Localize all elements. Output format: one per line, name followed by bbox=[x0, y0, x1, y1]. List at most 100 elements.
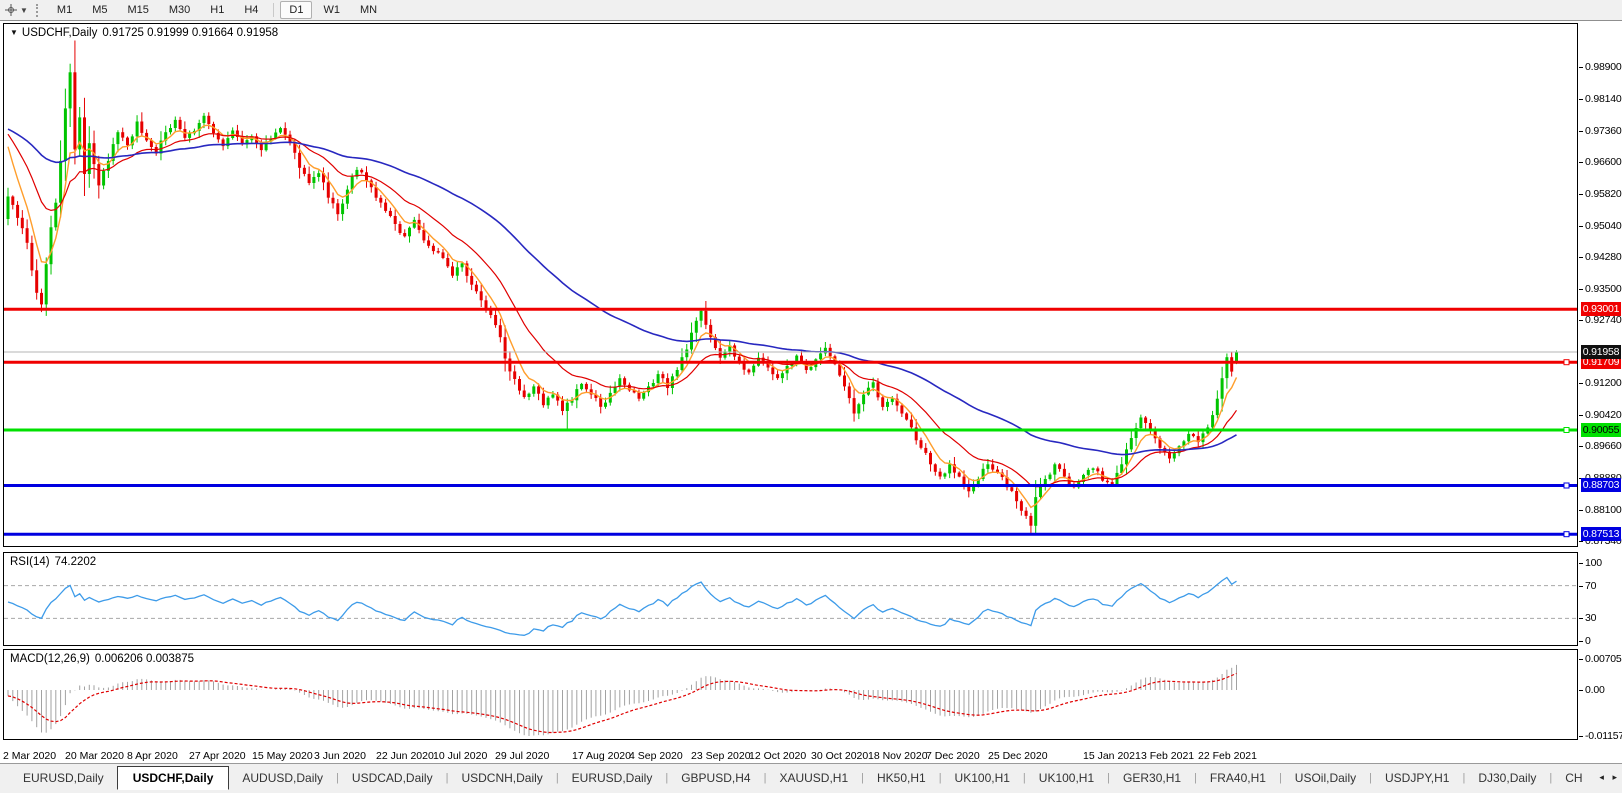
axis-tick-mark bbox=[1579, 67, 1583, 68]
date-tick-8-Apr-2020: 8 Apr 2020 bbox=[127, 750, 178, 762]
toolbar-grip-handle[interactable] bbox=[36, 4, 40, 17]
line-handle-0.90055[interactable] bbox=[1564, 428, 1569, 433]
chart-tabs: EURUSD,DailyUSDCHF,DailyAUDUSD,Daily|USD… bbox=[10, 766, 1582, 790]
date-tick-3-Jun-2020: 3 Jun 2020 bbox=[314, 750, 366, 762]
chart-tab-DJ30Daily[interactable]: DJ30,Daily bbox=[1465, 767, 1549, 789]
chart-tab-CHINA300H1[interactable]: CHINA300,H1 bbox=[1552, 767, 1582, 789]
line-handle-0.88703[interactable] bbox=[1564, 483, 1569, 488]
rsi-chart[interactable] bbox=[4, 553, 1577, 645]
candlestick-chart-area[interactable] bbox=[4, 24, 1577, 546]
price-badge-0.88703: 0.88703 bbox=[1581, 478, 1621, 492]
line-handle-0.91709[interactable] bbox=[1564, 360, 1569, 365]
axis-tick-mark bbox=[1579, 383, 1583, 384]
chart-tab-USDCHFDaily[interactable]: USDCHF,Daily bbox=[117, 766, 230, 790]
chart-ohlc-values: 0.91725 0.91999 0.91664 0.91958 bbox=[102, 27, 278, 39]
chart-tab-FRA40H1[interactable]: FRA40,H1 bbox=[1197, 767, 1279, 789]
timeframe-button-M30[interactable]: M30 bbox=[160, 1, 199, 19]
macd-values: 0.006206 0.003875 bbox=[95, 653, 194, 665]
line-handle-0.87513[interactable] bbox=[1564, 532, 1569, 537]
price-badge-0.90055: 0.90055 bbox=[1581, 423, 1621, 437]
rsi-chart-area[interactable] bbox=[4, 553, 1577, 645]
axis-tick-mark bbox=[1579, 289, 1583, 290]
tab-scroll-right-button[interactable]: ▸ bbox=[1612, 772, 1617, 782]
price-tick-0.88100: 0.88100 bbox=[1585, 504, 1622, 516]
macd-tick-max: 0.007053 bbox=[1585, 653, 1622, 665]
chart-tab-AUDUSDDaily[interactable]: AUDUSD,Daily bbox=[229, 767, 336, 789]
current-price-badge: 0.91958 bbox=[1581, 345, 1621, 359]
macd-histogram bbox=[8, 665, 1237, 736]
date-tick-23-Sep-2020: 23 Sep 2020 bbox=[691, 750, 751, 762]
macd-label: MACD(12,26,9) bbox=[10, 653, 90, 665]
candlestick-chart[interactable] bbox=[4, 24, 1577, 546]
price-tick-0.95820: 0.95820 bbox=[1585, 188, 1622, 200]
price-tick-0.96600: 0.96600 bbox=[1585, 156, 1622, 168]
macd-indicator-pane[interactable]: MACD(12,26,9) 0.006206 0.003875 bbox=[3, 649, 1578, 740]
chart-tab-USDCADDaily[interactable]: USDCAD,Daily bbox=[339, 767, 446, 789]
chart-tab-USDJPYH1[interactable]: USDJPY,H1 bbox=[1372, 767, 1462, 789]
price-tick-0.90420: 0.90420 bbox=[1585, 409, 1622, 421]
chart-tab-UK100H1[interactable]: UK100,H1 bbox=[942, 767, 1023, 789]
macd-chart[interactable] bbox=[4, 650, 1577, 739]
date-tick-27-Apr-2020: 27 Apr 2020 bbox=[189, 750, 246, 762]
date-tick-18-Nov-2020: 18 Nov 2020 bbox=[868, 750, 928, 762]
axis-tick-mark bbox=[1579, 320, 1583, 321]
price-tick-0.98140: 0.98140 bbox=[1585, 93, 1622, 105]
timeframe-button-M15[interactable]: M15 bbox=[118, 1, 157, 19]
rsi-indicator-pane[interactable]: RSI(14) 74.2202 bbox=[3, 552, 1578, 646]
rsi-tick-100: 100 bbox=[1585, 557, 1602, 569]
tab-scroll-left-button[interactable]: ◂ bbox=[1599, 772, 1604, 782]
chart-tab-HK50H1[interactable]: HK50,H1 bbox=[864, 767, 939, 789]
date-tick-30-Oct-2020: 30 Oct 2020 bbox=[811, 750, 868, 762]
collapse-arrow-icon[interactable]: ▼ bbox=[10, 28, 18, 37]
axis-tick-mark bbox=[1579, 690, 1583, 691]
chevron-down-icon[interactable]: ▼ bbox=[20, 6, 28, 15]
timeframe-button-M5[interactable]: M5 bbox=[83, 1, 116, 19]
crosshair-icon bbox=[4, 3, 18, 17]
chart-tab-UK100H1[interactable]: UK100,H1 bbox=[1026, 767, 1107, 789]
macd-chart-area[interactable] bbox=[4, 650, 1577, 739]
date-tick-10-Jul-2020: 10 Jul 2020 bbox=[433, 750, 487, 762]
timeframe-button-M1[interactable]: M1 bbox=[48, 1, 81, 19]
macd-tick-zero: 0.00 bbox=[1585, 684, 1605, 696]
price-tick-0.93500: 0.93500 bbox=[1585, 283, 1622, 295]
date-tick-29-Jul-2020: 29 Jul 2020 bbox=[495, 750, 549, 762]
chart-tab-XAUUSDH1[interactable]: XAUUSD,H1 bbox=[766, 767, 861, 789]
timeframe-button-W1[interactable]: W1 bbox=[314, 1, 349, 19]
timeframe-button-MN[interactable]: MN bbox=[351, 1, 386, 19]
timeframe-toolbar: M1M5M15M30H1H4 D1W1MN bbox=[47, 1, 387, 19]
axis-tick-mark bbox=[1579, 257, 1583, 258]
date-tick-15-Jan-2021: 15 Jan 2021 bbox=[1083, 750, 1141, 762]
axis-tick-mark bbox=[1579, 226, 1583, 227]
axis-tick-mark bbox=[1579, 415, 1583, 416]
axis-tick-mark bbox=[1579, 586, 1583, 587]
axis-tick-mark bbox=[1579, 194, 1583, 195]
chart-tab-USDCNHDaily[interactable]: USDCNH,Daily bbox=[448, 767, 555, 789]
price-tick-0.97360: 0.97360 bbox=[1585, 125, 1622, 137]
crosshair-tool-button[interactable]: ▼ bbox=[0, 0, 31, 20]
axis-tick-mark bbox=[1579, 618, 1583, 619]
timeframe-button-H1[interactable]: H1 bbox=[201, 1, 233, 19]
timeframe-button-D1[interactable]: D1 bbox=[280, 1, 312, 19]
tab-scroll-arrows: ◂ ▸ bbox=[1593, 772, 1617, 783]
timeframe-button-H4[interactable]: H4 bbox=[235, 1, 267, 19]
axis-tick-mark bbox=[1579, 131, 1583, 132]
date-tick-25-Dec-2020: 25 Dec 2020 bbox=[988, 750, 1048, 762]
date-tick-22-Jun-2020: 22 Jun 2020 bbox=[376, 750, 434, 762]
rsi-value: 74.2202 bbox=[55, 556, 97, 568]
date-tick-2-Mar-2020: 2 Mar 2020 bbox=[3, 750, 56, 762]
macd-tick-min: -0.011573 bbox=[1585, 730, 1622, 742]
axis-tick-mark bbox=[1579, 736, 1583, 737]
axis-tick-mark bbox=[1579, 510, 1583, 511]
chart-tab-GBPUSDH4[interactable]: GBPUSD,H4 bbox=[668, 767, 763, 789]
date-tick-15-May-2020: 15 May 2020 bbox=[252, 750, 313, 762]
chart-tab-EURUSDDaily[interactable]: EURUSD,Daily bbox=[10, 767, 117, 789]
chart-header: ▼USDCHF,Daily0.91725 0.91999 0.91664 0.9… bbox=[10, 27, 278, 39]
chart-tab-USOilDaily[interactable]: USOil,Daily bbox=[1282, 767, 1369, 789]
main-chart-pane[interactable]: ▼USDCHF,Daily0.91725 0.91999 0.91664 0.9… bbox=[3, 23, 1578, 547]
chart-tab-EURUSDDaily[interactable]: EURUSD,Daily bbox=[559, 767, 666, 789]
rsi-label: RSI(14) bbox=[10, 556, 50, 568]
price-tick-0.89660: 0.89660 bbox=[1585, 440, 1622, 452]
ma-slow-line bbox=[8, 129, 1237, 455]
rsi-tick-0: 0 bbox=[1585, 635, 1591, 647]
chart-tab-GER30H1[interactable]: GER30,H1 bbox=[1110, 767, 1194, 789]
